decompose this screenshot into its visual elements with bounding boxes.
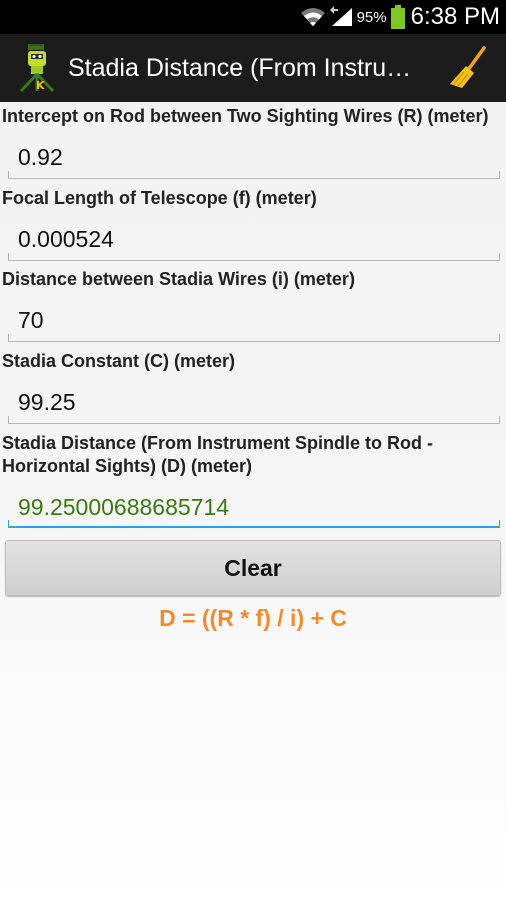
wire-distance-label: Distance between Stadia Wires (i) (meter… (2, 269, 355, 289)
wifi-icon (300, 8, 325, 26)
battery-icon (390, 5, 405, 29)
wire-distance-underline (8, 334, 500, 342)
intercept-label: Intercept on Rod between Two Sighting Wi… (2, 106, 489, 126)
battery-percent: 95% (356, 8, 387, 26)
clear-button[interactable]: Clear (5, 540, 501, 596)
svg-text:K: K (36, 79, 45, 92)
broom-icon[interactable] (448, 46, 488, 90)
signal-icon (329, 6, 352, 26)
app-title: Stadia Distance (From Instrument Spindle… (68, 54, 418, 82)
status-bar: 95% 6:38 PM (0, 0, 506, 34)
stadia-distance-label: Stadia Distance (From Instrument Spindle… (2, 433, 434, 476)
surveyor-logo-icon[interactable]: K (16, 44, 58, 92)
focal-length-label: Focal Length of Telescope (f) (meter) (2, 188, 317, 208)
stadia-constant-label: Stadia Constant (C) (meter) (2, 351, 236, 371)
action-bar: K Stadia Distance (From Instrument Spind… (0, 34, 506, 102)
result-underline (8, 520, 500, 528)
focal-length-underline (8, 253, 500, 261)
formula-text: D = ((R * f) / i) + C (159, 605, 347, 631)
status-icons: 95% 6:38 PM (300, 0, 500, 34)
clock: 6:38 PM (410, 3, 500, 30)
intercept-underline (8, 171, 500, 179)
stadia-constant-underline (8, 416, 500, 424)
